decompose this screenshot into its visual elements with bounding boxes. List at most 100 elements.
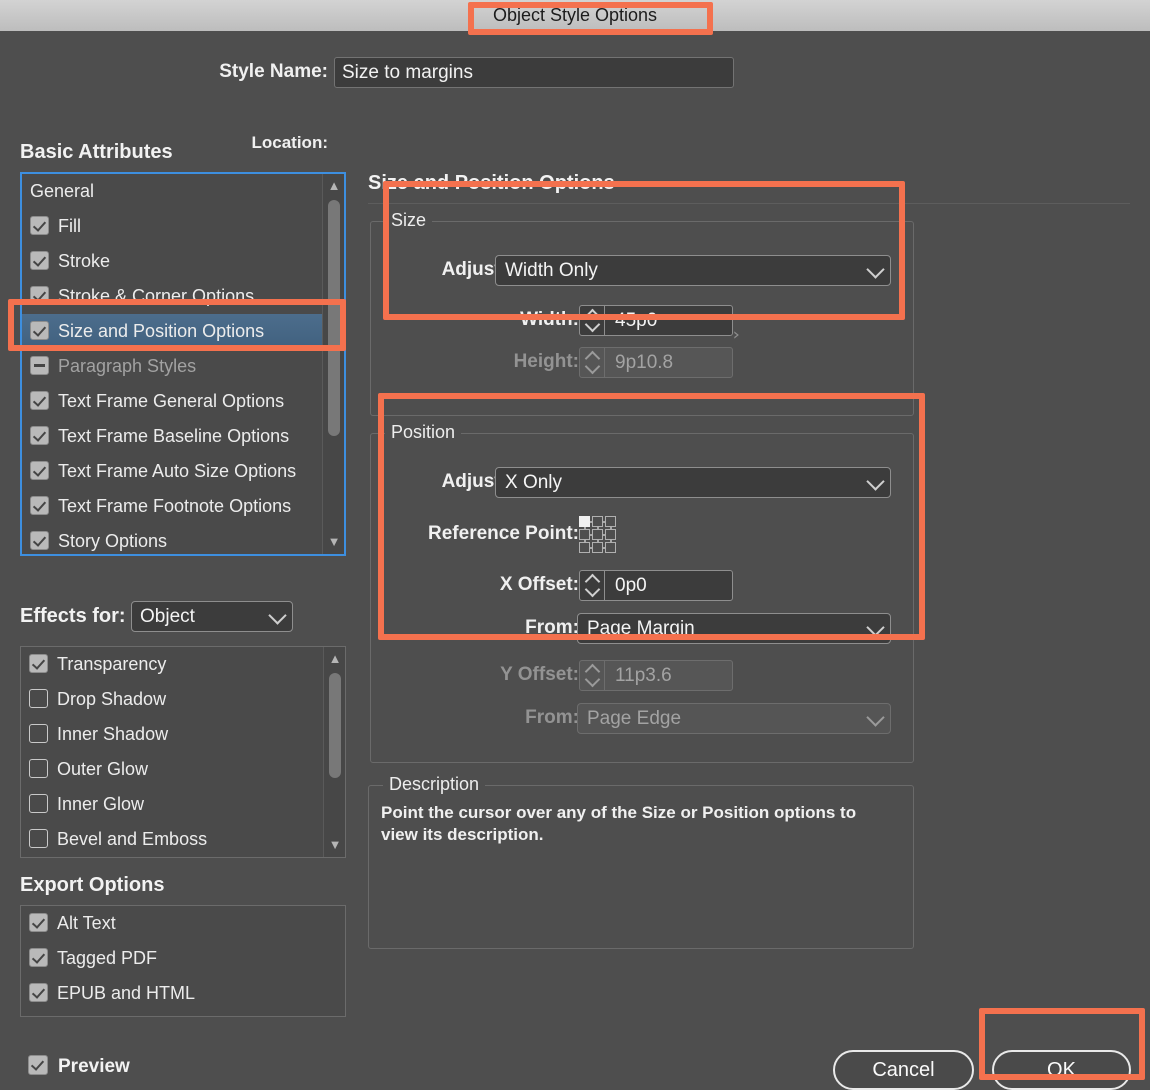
basic-attribute-item-label: Text Frame Baseline Options bbox=[58, 426, 290, 446]
export-option-item[interactable]: EPUB and HTML bbox=[21, 976, 345, 1011]
checkbox-icon[interactable] bbox=[30, 391, 49, 410]
width-spin-buttons[interactable] bbox=[580, 306, 605, 335]
link-chain-icon[interactable]: ‸ bbox=[734, 331, 760, 338]
scroll-down-icon[interactable]: ▼ bbox=[324, 835, 345, 855]
size-adjust-select[interactable]: Width Only bbox=[495, 255, 891, 286]
checkbox-icon[interactable] bbox=[29, 948, 48, 967]
checkbox-icon[interactable] bbox=[30, 356, 49, 375]
scroll-up-icon[interactable]: ▲ bbox=[324, 649, 345, 669]
position-group: Position Adjust: X Only Reference Point: bbox=[370, 422, 914, 763]
description-group: Description Point the cursor over any of… bbox=[368, 774, 914, 949]
chevron-down-icon bbox=[866, 259, 885, 279]
checkbox-icon[interactable] bbox=[29, 759, 48, 778]
basic-attribute-item[interactable]: Text Frame Baseline Options bbox=[22, 419, 322, 454]
position-adjust-select[interactable]: X Only bbox=[495, 467, 891, 498]
export-options-list[interactable]: Alt Text Tagged PDF EPUB and HTML bbox=[20, 905, 346, 1017]
preview-label: Preview bbox=[58, 1056, 130, 1077]
checkbox-icon[interactable] bbox=[29, 724, 48, 743]
basic-attribute-item-label: Text Frame General Options bbox=[58, 391, 285, 411]
y-from-label: From: bbox=[525, 707, 579, 728]
checkbox-icon[interactable] bbox=[29, 689, 48, 708]
object-style-options-dialog: Style Name: Size to margins Location: Ba… bbox=[0, 31, 1150, 1090]
checkbox-icon[interactable] bbox=[30, 216, 49, 235]
checkbox-icon[interactable] bbox=[30, 531, 49, 550]
height-value: 9p10.8 bbox=[615, 352, 674, 373]
ref-point-center[interactable] bbox=[592, 529, 603, 540]
window-title-bar: Object Style Options bbox=[0, 0, 1150, 32]
basic-attribute-item[interactable]: General bbox=[22, 174, 322, 209]
preview-checkbox-row[interactable]: Preview bbox=[28, 1054, 130, 1080]
basic-attribute-item[interactable]: Text Frame General Options bbox=[22, 384, 322, 419]
basic-attribute-item[interactable]: Stroke bbox=[22, 244, 322, 279]
effect-item[interactable]: Transparency bbox=[21, 647, 321, 682]
y-from-select: Page Edge bbox=[577, 703, 891, 734]
basic-attribute-item[interactable]: Story Options bbox=[22, 524, 322, 554]
scrollbar-thumb[interactable] bbox=[328, 200, 340, 436]
chevron-down-icon bbox=[866, 707, 885, 727]
basic-attributes-items: General Fill Stroke Stroke & Corner Options… bbox=[22, 174, 322, 554]
effect-item[interactable]: Outer Glow bbox=[21, 752, 321, 787]
effects-list[interactable]: Transparency Drop Shadow Inner Shadow Outer… bbox=[20, 646, 346, 858]
ref-point-top-right[interactable] bbox=[605, 516, 616, 527]
checkbox-icon[interactable] bbox=[29, 829, 48, 848]
size-adjust-value: Width Only bbox=[505, 260, 598, 281]
scroll-up-icon[interactable]: ▲ bbox=[323, 176, 344, 196]
size-group-title: Size bbox=[385, 210, 433, 231]
basic-attribute-item-label: Text Frame Auto Size Options bbox=[58, 461, 297, 481]
effects-scrollbar[interactable]: ▲ ▼ bbox=[323, 647, 345, 857]
effect-item[interactable]: Inner Shadow bbox=[21, 717, 321, 752]
height-label: Height: bbox=[513, 351, 579, 372]
export-option-item[interactable]: Tagged PDF bbox=[21, 941, 345, 976]
y-from-value: Page Edge bbox=[587, 708, 682, 729]
effects-for-select[interactable]: Object bbox=[131, 601, 293, 632]
ref-point-middle-left[interactable] bbox=[579, 529, 590, 540]
width-stepper[interactable]: 45p0 bbox=[579, 305, 733, 336]
export-option-item[interactable]: Alt Text bbox=[21, 906, 345, 941]
basic-attribute-item[interactable]: Fill bbox=[22, 209, 322, 244]
checkbox-icon[interactable] bbox=[29, 913, 48, 932]
basic-attributes-list[interactable]: General Fill Stroke Stroke & Corner Options… bbox=[20, 172, 346, 556]
checkbox-icon[interactable] bbox=[30, 321, 49, 340]
export-options-heading: Export Options bbox=[20, 874, 165, 896]
x-offset-value[interactable]: 0p0 bbox=[605, 571, 732, 600]
ok-button[interactable]: OK bbox=[992, 1050, 1131, 1090]
export-options-items: Alt Text Tagged PDF EPUB and HTML bbox=[21, 906, 345, 1011]
basic-attribute-item[interactable]: Text Frame Auto Size Options bbox=[22, 454, 322, 489]
style-name-input[interactable]: Size to margins bbox=[334, 57, 734, 88]
ref-point-top-left[interactable] bbox=[579, 516, 590, 527]
reference-point-grid-icon[interactable] bbox=[579, 516, 617, 554]
ref-point-bottom-center[interactable] bbox=[592, 542, 603, 553]
x-offset-stepper[interactable]: 0p0 bbox=[579, 570, 733, 601]
style-name-label: Style Name: bbox=[219, 61, 328, 82]
checkbox-icon[interactable] bbox=[30, 426, 49, 445]
x-offset-label: X Offset: bbox=[499, 574, 579, 595]
scrollbar-thumb[interactable] bbox=[329, 673, 341, 778]
checkbox-icon[interactable] bbox=[29, 794, 48, 813]
ref-point-top-center[interactable] bbox=[592, 516, 603, 527]
chevron-down-icon bbox=[866, 617, 885, 637]
basic-attribute-item[interactable]: Paragraph Styles bbox=[22, 349, 322, 384]
checkbox-icon[interactable] bbox=[29, 983, 48, 1002]
width-value[interactable]: 45p0 bbox=[605, 306, 732, 335]
effect-item[interactable]: Inner Glow bbox=[21, 787, 321, 822]
size-group: Size Adjust: Width Only Width: 45p0 Heig… bbox=[370, 210, 914, 416]
basic-attribute-item[interactable]: Text Frame Footnote Options bbox=[22, 489, 322, 524]
checkbox-icon[interactable] bbox=[30, 496, 49, 515]
scroll-down-icon[interactable]: ▼ bbox=[323, 532, 344, 552]
x-from-select[interactable]: Page Margin bbox=[577, 613, 891, 644]
basic-attribute-item[interactable]: Stroke & Corner Options bbox=[22, 279, 322, 314]
effect-item[interactable]: Bevel and Emboss bbox=[21, 822, 321, 857]
x-offset-spin-buttons[interactable] bbox=[580, 571, 605, 600]
preview-checkbox-icon[interactable] bbox=[28, 1055, 48, 1075]
ref-point-middle-right[interactable] bbox=[605, 529, 616, 540]
ref-point-bottom-right[interactable] bbox=[605, 542, 616, 553]
basic-attributes-scrollbar[interactable]: ▲ ▼ bbox=[322, 174, 344, 554]
checkbox-icon[interactable] bbox=[30, 286, 49, 305]
checkbox-icon[interactable] bbox=[30, 251, 49, 270]
effect-item[interactable]: Drop Shadow bbox=[21, 682, 321, 717]
basic-attribute-item[interactable]: Size and Position Options bbox=[22, 314, 322, 349]
checkbox-icon[interactable] bbox=[30, 461, 49, 480]
cancel-button[interactable]: Cancel bbox=[833, 1050, 974, 1090]
ref-point-bottom-left[interactable] bbox=[579, 542, 590, 553]
checkbox-icon[interactable] bbox=[29, 654, 48, 673]
